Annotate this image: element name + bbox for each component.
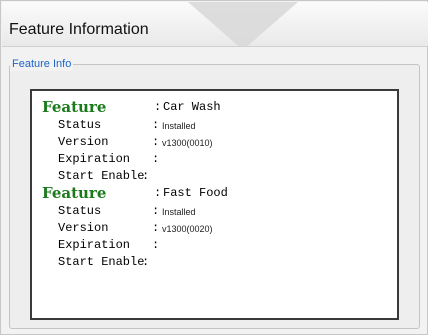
feature-name: Car Wash — [163, 100, 221, 114]
version-label: Version — [58, 221, 109, 235]
title-bar-decoration — [188, 2, 298, 46]
status-value: Installed — [162, 121, 196, 131]
feature-header: Feature : Fast Food — [42, 183, 382, 203]
feature-label: Feature — [42, 184, 107, 202]
status-value: Installed — [162, 207, 196, 217]
feature-label: Feature — [42, 98, 107, 116]
group-legend: Feature Info — [10, 57, 74, 71]
row-separator: : — [152, 204, 160, 218]
expiration-label: Expiration — [58, 238, 131, 252]
row-separator: : — [152, 238, 160, 252]
row-separator: : — [152, 221, 160, 235]
window-title: Feature Information — [9, 21, 149, 38]
version-value: v1300(0010) — [162, 138, 213, 148]
version-label: Version — [58, 135, 109, 149]
title-bar: Feature Information — [2, 2, 428, 47]
feature-row-status: Status : Installed — [42, 117, 382, 134]
expiration-label: Expiration — [58, 152, 131, 166]
feature-information-window: Feature Information Feature Info Feature… — [0, 0, 428, 335]
feature-row-expiration: Expiration : — [42, 151, 382, 168]
status-label: Status — [58, 118, 102, 132]
feature-row-version: Version : v1300(0010) — [42, 134, 382, 151]
feature-separator: : — [154, 100, 162, 114]
row-separator: : — [152, 118, 160, 132]
feature-name: Fast Food — [163, 186, 228, 200]
feature-row-status: Status : Installed — [42, 203, 382, 220]
row-separator: : — [152, 135, 160, 149]
feature-info-group: Feature Info Feature : Car Wash Status :… — [9, 57, 420, 329]
feature-block-car-wash: Feature : Car Wash Status : Installed Ve… — [42, 97, 382, 185]
feature-block-fast-food: Feature : Fast Food Status : Installed V… — [42, 183, 382, 271]
version-value: v1300(0020) — [162, 224, 213, 234]
feature-separator: : — [154, 186, 162, 200]
feature-header: Feature : Car Wash — [42, 97, 382, 117]
feature-row-version: Version : v1300(0020) — [42, 220, 382, 237]
feature-row-expiration: Expiration : — [42, 237, 382, 254]
feature-info-panel: Feature : Car Wash Status : Installed Ve… — [30, 89, 399, 320]
row-separator: : — [152, 152, 160, 166]
status-label: Status — [58, 204, 102, 218]
feature-row-start-enable: Start Enable : — [42, 254, 382, 271]
start-enable-label: Start Enable — [58, 255, 145, 269]
row-separator: : — [142, 255, 150, 269]
